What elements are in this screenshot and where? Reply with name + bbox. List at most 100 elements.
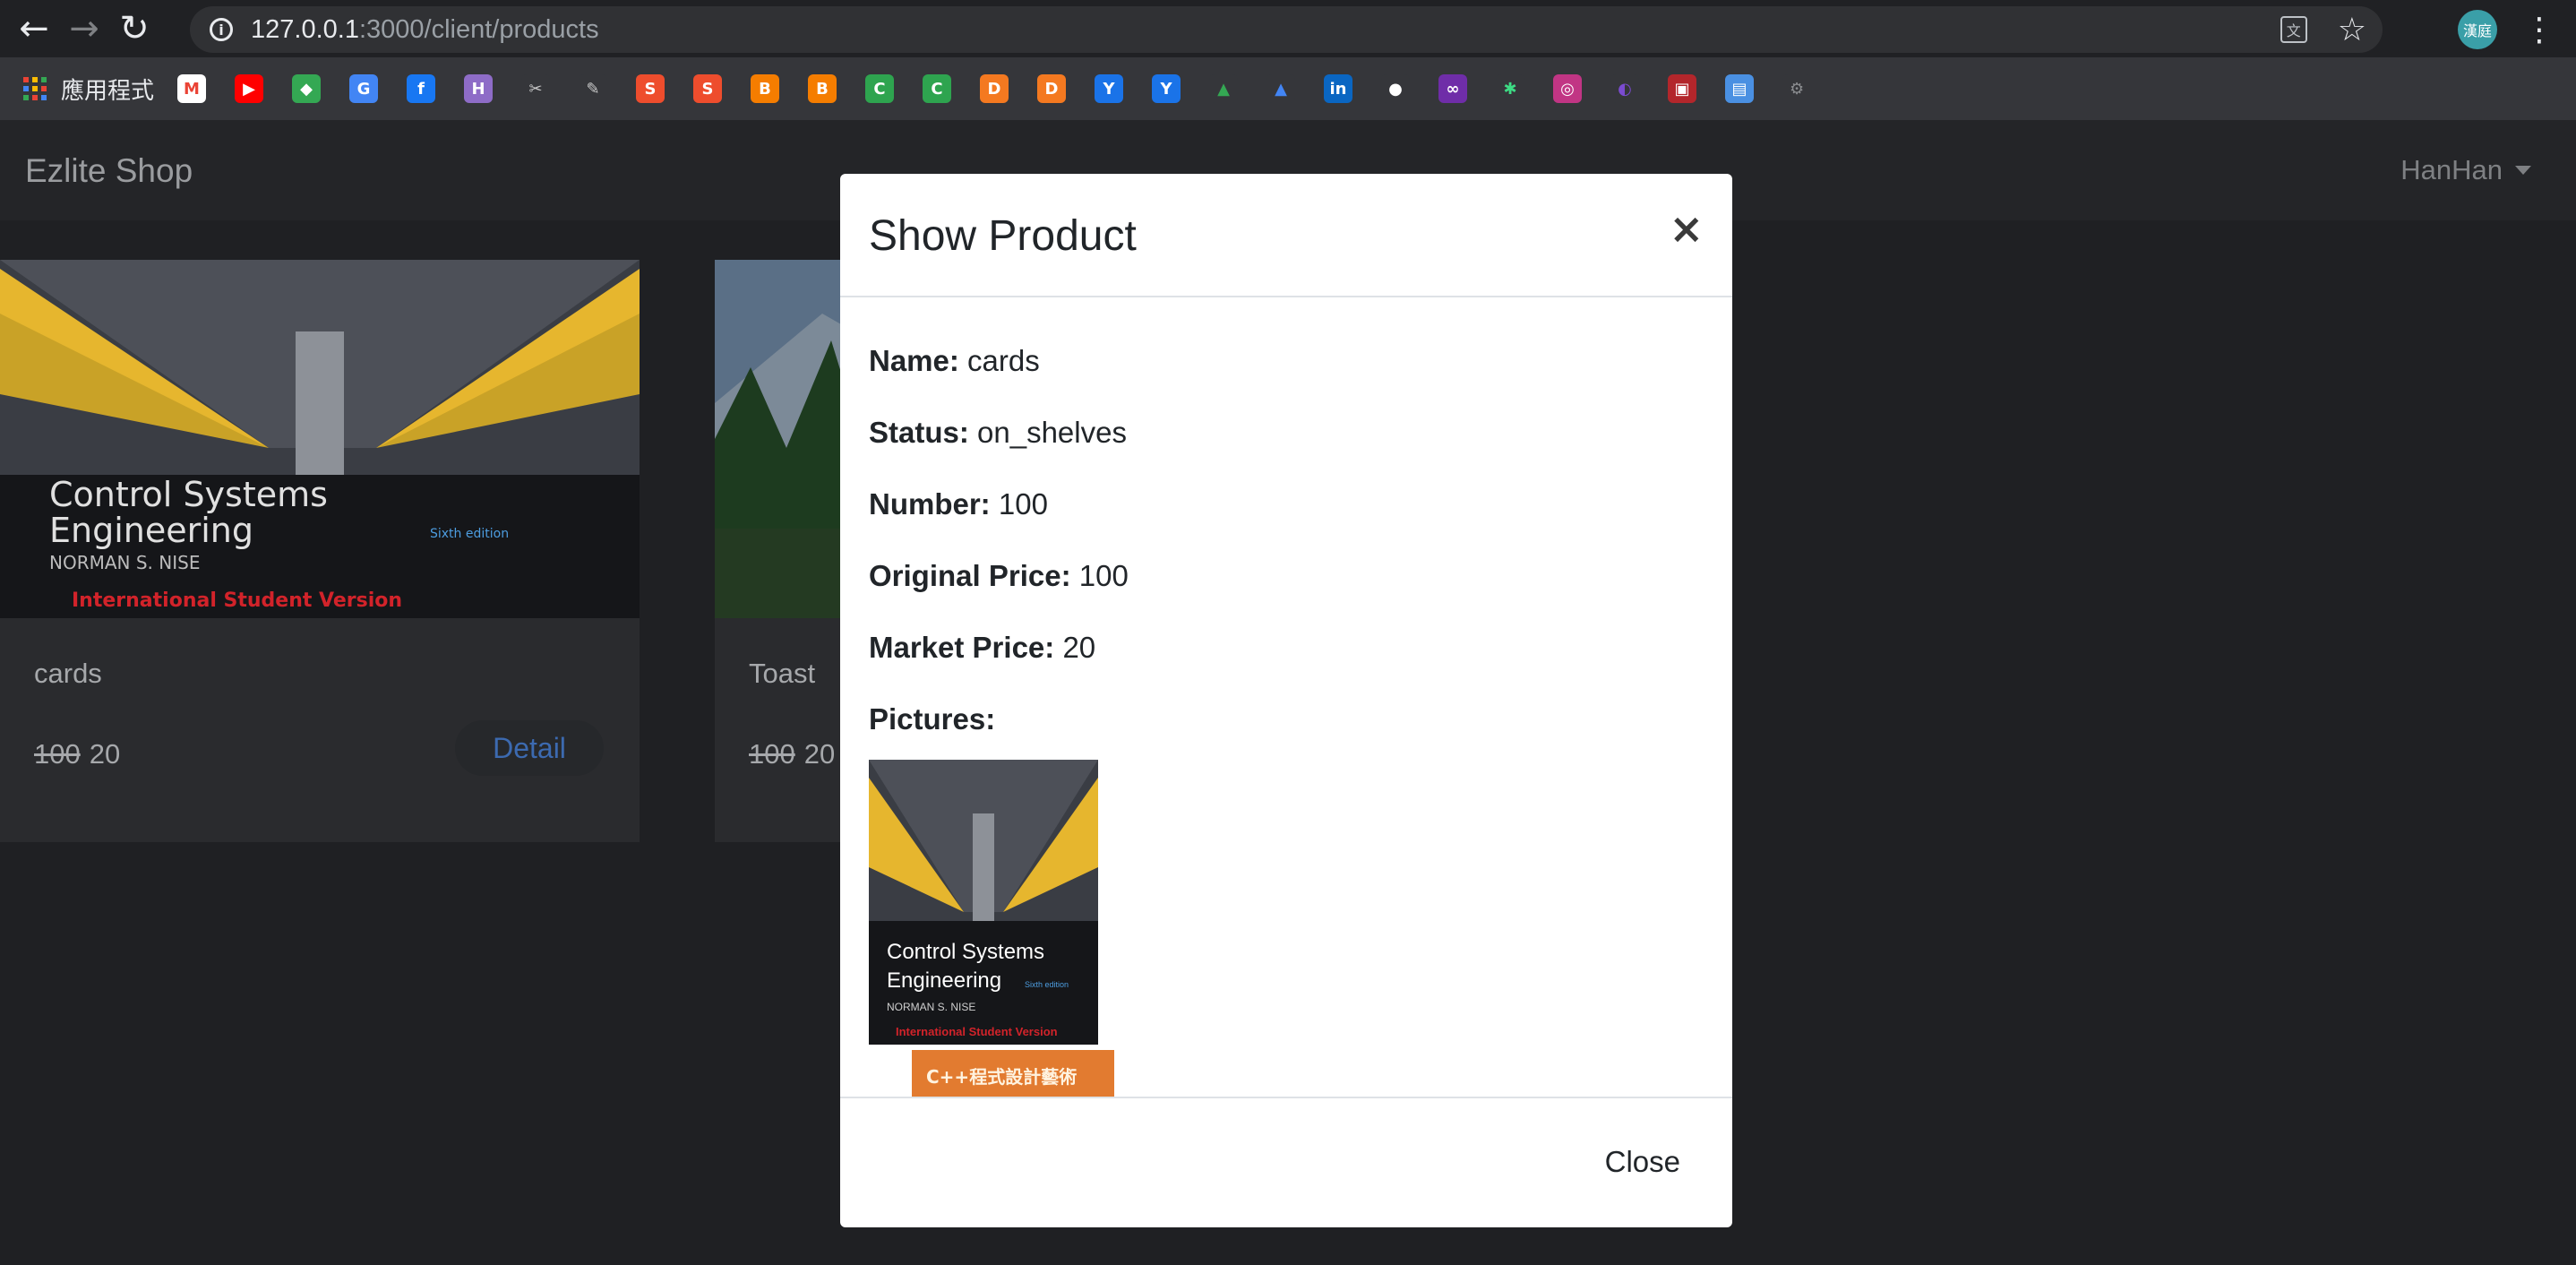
translate-icon[interactable]: G bbox=[349, 74, 379, 103]
cover-version: International Student Version bbox=[72, 589, 402, 612]
blue-box-icon[interactable]: ▤ bbox=[1725, 74, 1755, 103]
book-cover-thumbnail: Control Systems Engineering Sixth editio… bbox=[869, 760, 1098, 1045]
apps-grid-icon bbox=[23, 77, 47, 100]
user-dropdown[interactable]: HanHan bbox=[2400, 154, 2531, 186]
browser-toolbar: ← → ↻ i 127.0.0.1:3000/client/products 文… bbox=[0, 0, 2576, 57]
field-name: Name: cards bbox=[869, 344, 1040, 378]
product-price: 100 20 bbox=[34, 738, 120, 770]
product-image: Control Systems Engineering Sixth editio… bbox=[0, 260, 640, 618]
modal-header: Show Product × bbox=[840, 174, 1732, 297]
maps-icon[interactable]: ◆ bbox=[292, 74, 322, 103]
url-host: 127.0.0.1 bbox=[251, 14, 359, 44]
forward-arrow-icon[interactable]: → bbox=[59, 4, 109, 54]
shopee-icon-2[interactable]: S bbox=[693, 74, 723, 103]
product-title: Toast bbox=[749, 658, 816, 689]
info-icon[interactable]: i bbox=[210, 18, 233, 41]
market-price: 20 bbox=[89, 738, 121, 770]
field-market-price: Market Price: 20 bbox=[869, 631, 1095, 665]
codepen-c-icon[interactable]: C bbox=[865, 74, 895, 103]
market-price: 20 bbox=[803, 738, 836, 770]
field-label: Status: bbox=[869, 416, 969, 449]
shopee-icon[interactable]: S bbox=[636, 74, 665, 103]
product-picture-2: C++程式設計藝術 bbox=[912, 1050, 1114, 1097]
field-value: 20 bbox=[1062, 631, 1096, 664]
field-label: Name: bbox=[869, 344, 959, 377]
gmail-icon[interactable]: M bbox=[177, 74, 207, 103]
dx-icon[interactable]: D bbox=[980, 74, 1009, 103]
drive-icon[interactable]: ▲ bbox=[1209, 74, 1239, 103]
cover-edition: Sixth edition bbox=[430, 527, 509, 541]
book-cover-image: Control Systems Engineering Sixth editio… bbox=[0, 260, 640, 618]
product-title: cards bbox=[34, 658, 102, 689]
thumb-author: NORMAN S. NISE bbox=[887, 1001, 975, 1013]
user-name: HanHan bbox=[2400, 154, 2503, 185]
field-label: Original Price: bbox=[869, 559, 1071, 592]
brand-link[interactable]: Ezlite Shop bbox=[25, 152, 193, 190]
field-original-price: Original Price: 100 bbox=[869, 559, 1129, 593]
omnibox-actions: 文 ☆ bbox=[2280, 6, 2366, 53]
cover-title-line1: Control Systems bbox=[49, 475, 328, 514]
thumb-edition: Sixth edition bbox=[1025, 980, 1069, 989]
bookmark-icons: M ▶ ◆ Gf H ✂ ✎ S S B B C C D D Y Y ▲ ▲ in ● ∞ ✱ ◎ ◐ ▣ ▤ ⚙ bbox=[177, 74, 1840, 103]
back-arrow-icon[interactable]: ← bbox=[9, 4, 59, 54]
tool-icon-2[interactable]: ✎ bbox=[579, 74, 608, 103]
field-pictures: Pictures: bbox=[869, 702, 995, 736]
blogger-icon[interactable]: B bbox=[751, 74, 780, 103]
field-value: on_shelves bbox=[977, 416, 1127, 449]
url-path: :3000/client/products bbox=[358, 14, 599, 44]
facebook-icon[interactable]: f bbox=[407, 74, 436, 103]
close-icon[interactable]: × bbox=[1669, 204, 1704, 253]
yahoo-icon-2[interactable]: Y bbox=[1152, 74, 1181, 103]
close-button[interactable]: Close bbox=[1605, 1145, 1680, 1179]
field-label: Market Price: bbox=[869, 631, 1055, 664]
modal-body: Name: cards Status: on_shelves Number: 1… bbox=[840, 297, 1732, 1097]
hackmd-icon[interactable]: H bbox=[464, 74, 494, 103]
field-label: Pictures: bbox=[869, 702, 996, 736]
product-price: 100 20 bbox=[749, 738, 835, 770]
profile-avatar[interactable]: 漢庭 bbox=[2458, 10, 2497, 49]
field-status: Status: on_shelves bbox=[869, 416, 1127, 450]
cover-title-line2: Engineering bbox=[49, 511, 253, 550]
thumb-title-line2: Engineering bbox=[887, 968, 1001, 993]
original-price: 100 bbox=[749, 738, 795, 770]
extension-icon[interactable]: ⚙ bbox=[1782, 74, 1812, 103]
bookmarks-bar: 應用程式 M ▶ ◆ Gf H ✂ ✎ S S B B C C D D Y Y ▲ ▲ in ● ∞ ✱ ◎ ◐ ▣ ▤ ⚙ bbox=[0, 57, 2576, 120]
original-price: 100 bbox=[34, 738, 81, 770]
instagram-icon[interactable]: ◎ bbox=[1553, 74, 1583, 103]
drive-icon-2[interactable]: ▲ bbox=[1267, 74, 1296, 103]
apps-label: 應用程式 bbox=[61, 77, 155, 105]
field-label: Number: bbox=[869, 487, 991, 521]
apps-shortcut[interactable]: 應用程式 bbox=[23, 73, 154, 106]
cover-author: NORMAN S. NISE bbox=[49, 552, 200, 573]
field-value: cards bbox=[967, 344, 1040, 377]
url-text[interactable]: 127.0.0.1:3000/client/products bbox=[251, 15, 599, 45]
ruby-icon[interactable]: ∞ bbox=[1438, 74, 1468, 103]
show-product-modal: Show Product × Name: cards Status: on_sh… bbox=[840, 174, 1732, 1227]
green-star-icon[interactable]: ✱ bbox=[1496, 74, 1525, 103]
reload-icon[interactable]: ↻ bbox=[109, 4, 159, 54]
github-icon[interactable]: ● bbox=[1381, 74, 1411, 103]
modal-title: Show Product bbox=[869, 212, 1137, 260]
linkedin-icon[interactable]: in bbox=[1324, 74, 1353, 103]
red-box-icon[interactable]: ▣ bbox=[1668, 74, 1697, 103]
purple-swirl-icon[interactable]: ◐ bbox=[1610, 74, 1640, 103]
dx-icon-2[interactable]: D bbox=[1037, 74, 1067, 103]
detail-button[interactable]: Detail bbox=[455, 720, 604, 776]
yahoo-icon[interactable]: Y bbox=[1095, 74, 1124, 103]
codepen-c-icon-2[interactable]: C bbox=[923, 74, 952, 103]
tool-icon[interactable]: ✂ bbox=[521, 74, 551, 103]
address-bar[interactable]: i 127.0.0.1:3000/client/products 文 ☆ bbox=[190, 6, 2383, 53]
picture-2-title: C++程式設計藝術 bbox=[926, 1066, 1078, 1088]
caret-down-icon bbox=[2515, 166, 2531, 175]
field-value: 100 bbox=[1078, 559, 1129, 592]
blogger-icon-2[interactable]: B bbox=[808, 74, 837, 103]
field-number: Number: 100 bbox=[869, 487, 1048, 521]
product-card: Control Systems Engineering Sixth editio… bbox=[0, 260, 640, 842]
thumb-version: International Student Version bbox=[896, 1025, 1058, 1038]
bookmark-star-icon[interactable]: ☆ bbox=[2338, 12, 2366, 48]
browser-menu-icon[interactable]: ⋮ bbox=[2523, 9, 2555, 50]
product-picture: Control Systems Engineering Sixth editio… bbox=[869, 760, 1098, 1045]
youtube-icon[interactable]: ▶ bbox=[235, 74, 264, 103]
translate-page-icon[interactable]: 文 bbox=[2280, 16, 2307, 43]
thumb-title-line1: Control Systems bbox=[887, 940, 1044, 964]
